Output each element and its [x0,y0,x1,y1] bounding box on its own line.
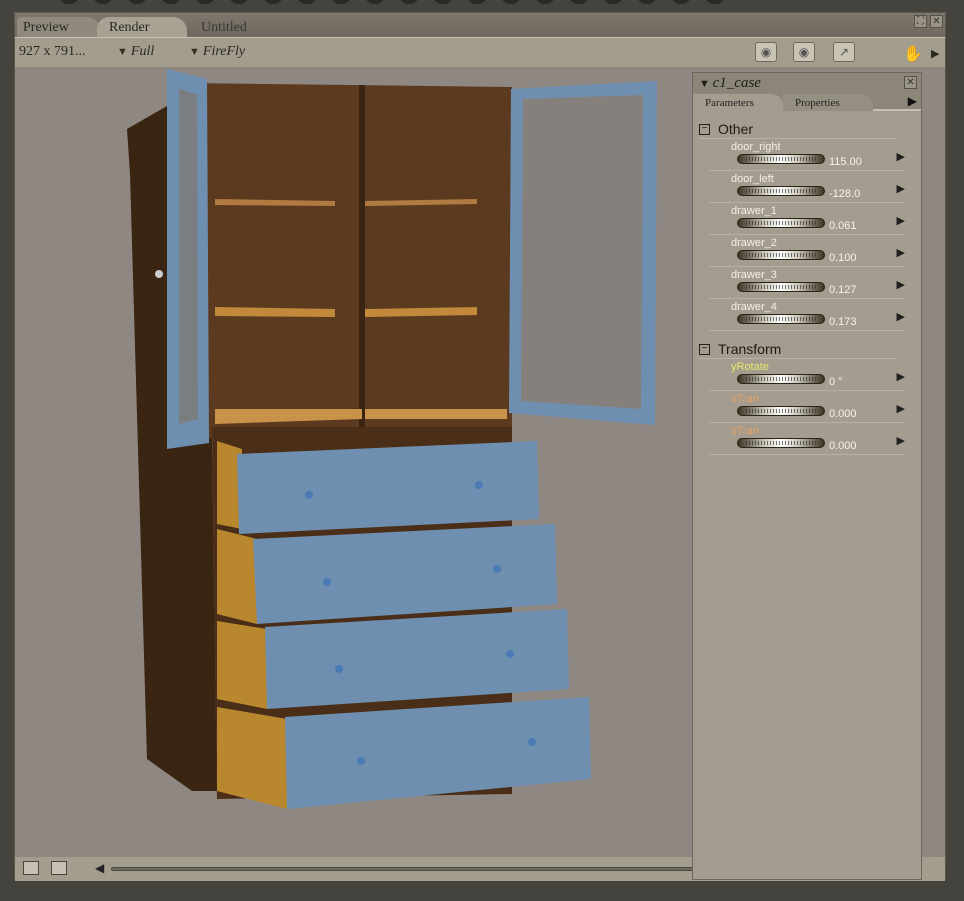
group-other[interactable]: − Other [699,121,897,139]
panel-title[interactable]: ▼ c1_case [699,75,761,92]
param-label: drawer_4 [731,301,777,313]
document-title: Untitled [201,20,247,35]
param-drawer_2: drawer_2 0.100 ▶ [709,235,905,267]
param-value[interactable]: 0.173 [829,316,857,328]
collapse-arrow-icon: ▼ [699,78,713,90]
param-value[interactable]: 0.000 [829,440,857,452]
group-label: Other [718,121,754,137]
window-controls-dots [60,0,724,4]
param-label: door_right [731,141,781,153]
param-dial[interactable] [737,218,825,228]
param-dial[interactable] [737,154,825,164]
render-toolbar: 927 x 791... ▼ Full ▼ FireFly ◉ ◉ ↗ ✋ ▶ [15,37,945,67]
render-icon[interactable]: ◉ [755,42,777,62]
param-dial[interactable] [737,374,825,384]
export-render-icon[interactable]: ↗ [833,42,855,62]
group-label: Transform [718,341,782,357]
renderer-dropdown[interactable]: ▼ FireFly [189,44,245,60]
area-render-icon[interactable]: ◉ [793,42,815,62]
close-icon[interactable]: ✕ [904,76,917,89]
param-label: door_left [731,173,774,185]
param-value[interactable]: 0 ° [829,376,843,388]
param-label: drawer_2 [731,237,777,249]
tab-preview[interactable]: Preview [17,17,101,37]
actor-name: c1_case [712,75,761,91]
param-value[interactable]: 0.061 [829,220,857,232]
collapse-icon[interactable]: − [699,343,710,355]
dropdown-arrow-icon: ▼ [189,46,200,58]
param-menu-arrow-icon[interactable]: ▶ [897,150,905,163]
tab-render[interactable]: Render [97,17,187,37]
menu-arrow-icon[interactable]: ▶ [931,47,939,60]
param-menu-arrow-icon[interactable]: ▶ [897,310,905,323]
param-xTran: xTran 0.000 ▶ [709,391,905,423]
param-dial[interactable] [737,438,825,448]
param-drawer_4: drawer_4 0.173 ▶ [709,299,905,331]
tab-parameters[interactable]: Parameters [693,94,783,111]
param-menu-arrow-icon[interactable]: ▶ [897,278,905,291]
tab-bar: Preview Render Untitled ⛶ ✕ [15,13,945,37]
param-dial[interactable] [737,406,825,416]
param-menu-arrow-icon[interactable]: ▶ [897,246,905,259]
renderer-value: FireFly [202,44,246,59]
tab-properties[interactable]: Properties [783,94,873,111]
parameters-panel: ▼ c1_case ✕ Properties Parameters ▶ − Othe… [692,72,922,880]
param-door_left: door_left -128.0 ▶ [709,171,905,203]
collapse-icon[interactable]: − [699,123,710,135]
param-label: zTran [731,425,759,437]
param-value[interactable]: 115.00 [829,156,862,168]
param-drawer_1: drawer_1 0.061 ▶ [709,203,905,235]
param-dial[interactable] [737,250,825,260]
param-menu-arrow-icon[interactable]: ▶ [897,214,905,227]
cabinet-back [187,83,512,439]
param-door_right: door_right 115.00 ▶ [709,139,905,171]
param-value[interactable]: 0.100 [829,252,857,264]
param-menu-arrow-icon[interactable]: ▶ [897,434,905,447]
dropdown-arrow-icon: ▼ [117,46,128,58]
maximize-icon[interactable]: ⛶ [914,15,927,28]
param-dial[interactable] [737,314,825,324]
param-label: xTran [731,393,759,405]
window-mode-icon[interactable] [23,861,39,875]
quality-dropdown[interactable]: ▼ Full [117,44,154,60]
param-zTran: zTran 0.000 ▶ [709,423,905,455]
param-label: drawer_3 [731,269,777,281]
param-label: drawer_1 [731,205,777,217]
param-value[interactable]: 0.000 [829,408,857,420]
resolution-label[interactable]: 927 x 791... [19,44,86,60]
scroll-left-icon[interactable]: ◀ [95,861,104,875]
close-icon[interactable]: ✕ [930,15,943,28]
hand-icon[interactable]: ✋ [903,44,923,64]
panel-menu-icon[interactable]: ▶ [908,94,917,108]
param-dial[interactable] [737,282,825,292]
window-mode-icon-2[interactable] [51,861,67,875]
param-menu-arrow-icon[interactable]: ▶ [897,402,905,415]
param-value[interactable]: -128.0 [829,188,860,200]
param-drawer_3: drawer_3 0.127 ▶ [709,267,905,299]
quality-value: Full [130,44,155,59]
group-transform[interactable]: − Transform [699,341,897,359]
param-value[interactable]: 0.127 [829,284,857,296]
param-yRotate: yRotate 0 ° ▶ [709,359,905,391]
horizontal-scrollbar[interactable] [111,867,701,871]
param-label: yRotate [731,361,769,373]
param-menu-arrow-icon[interactable]: ▶ [897,370,905,383]
param-dial[interactable] [737,186,825,196]
param-menu-arrow-icon[interactable]: ▶ [897,182,905,195]
